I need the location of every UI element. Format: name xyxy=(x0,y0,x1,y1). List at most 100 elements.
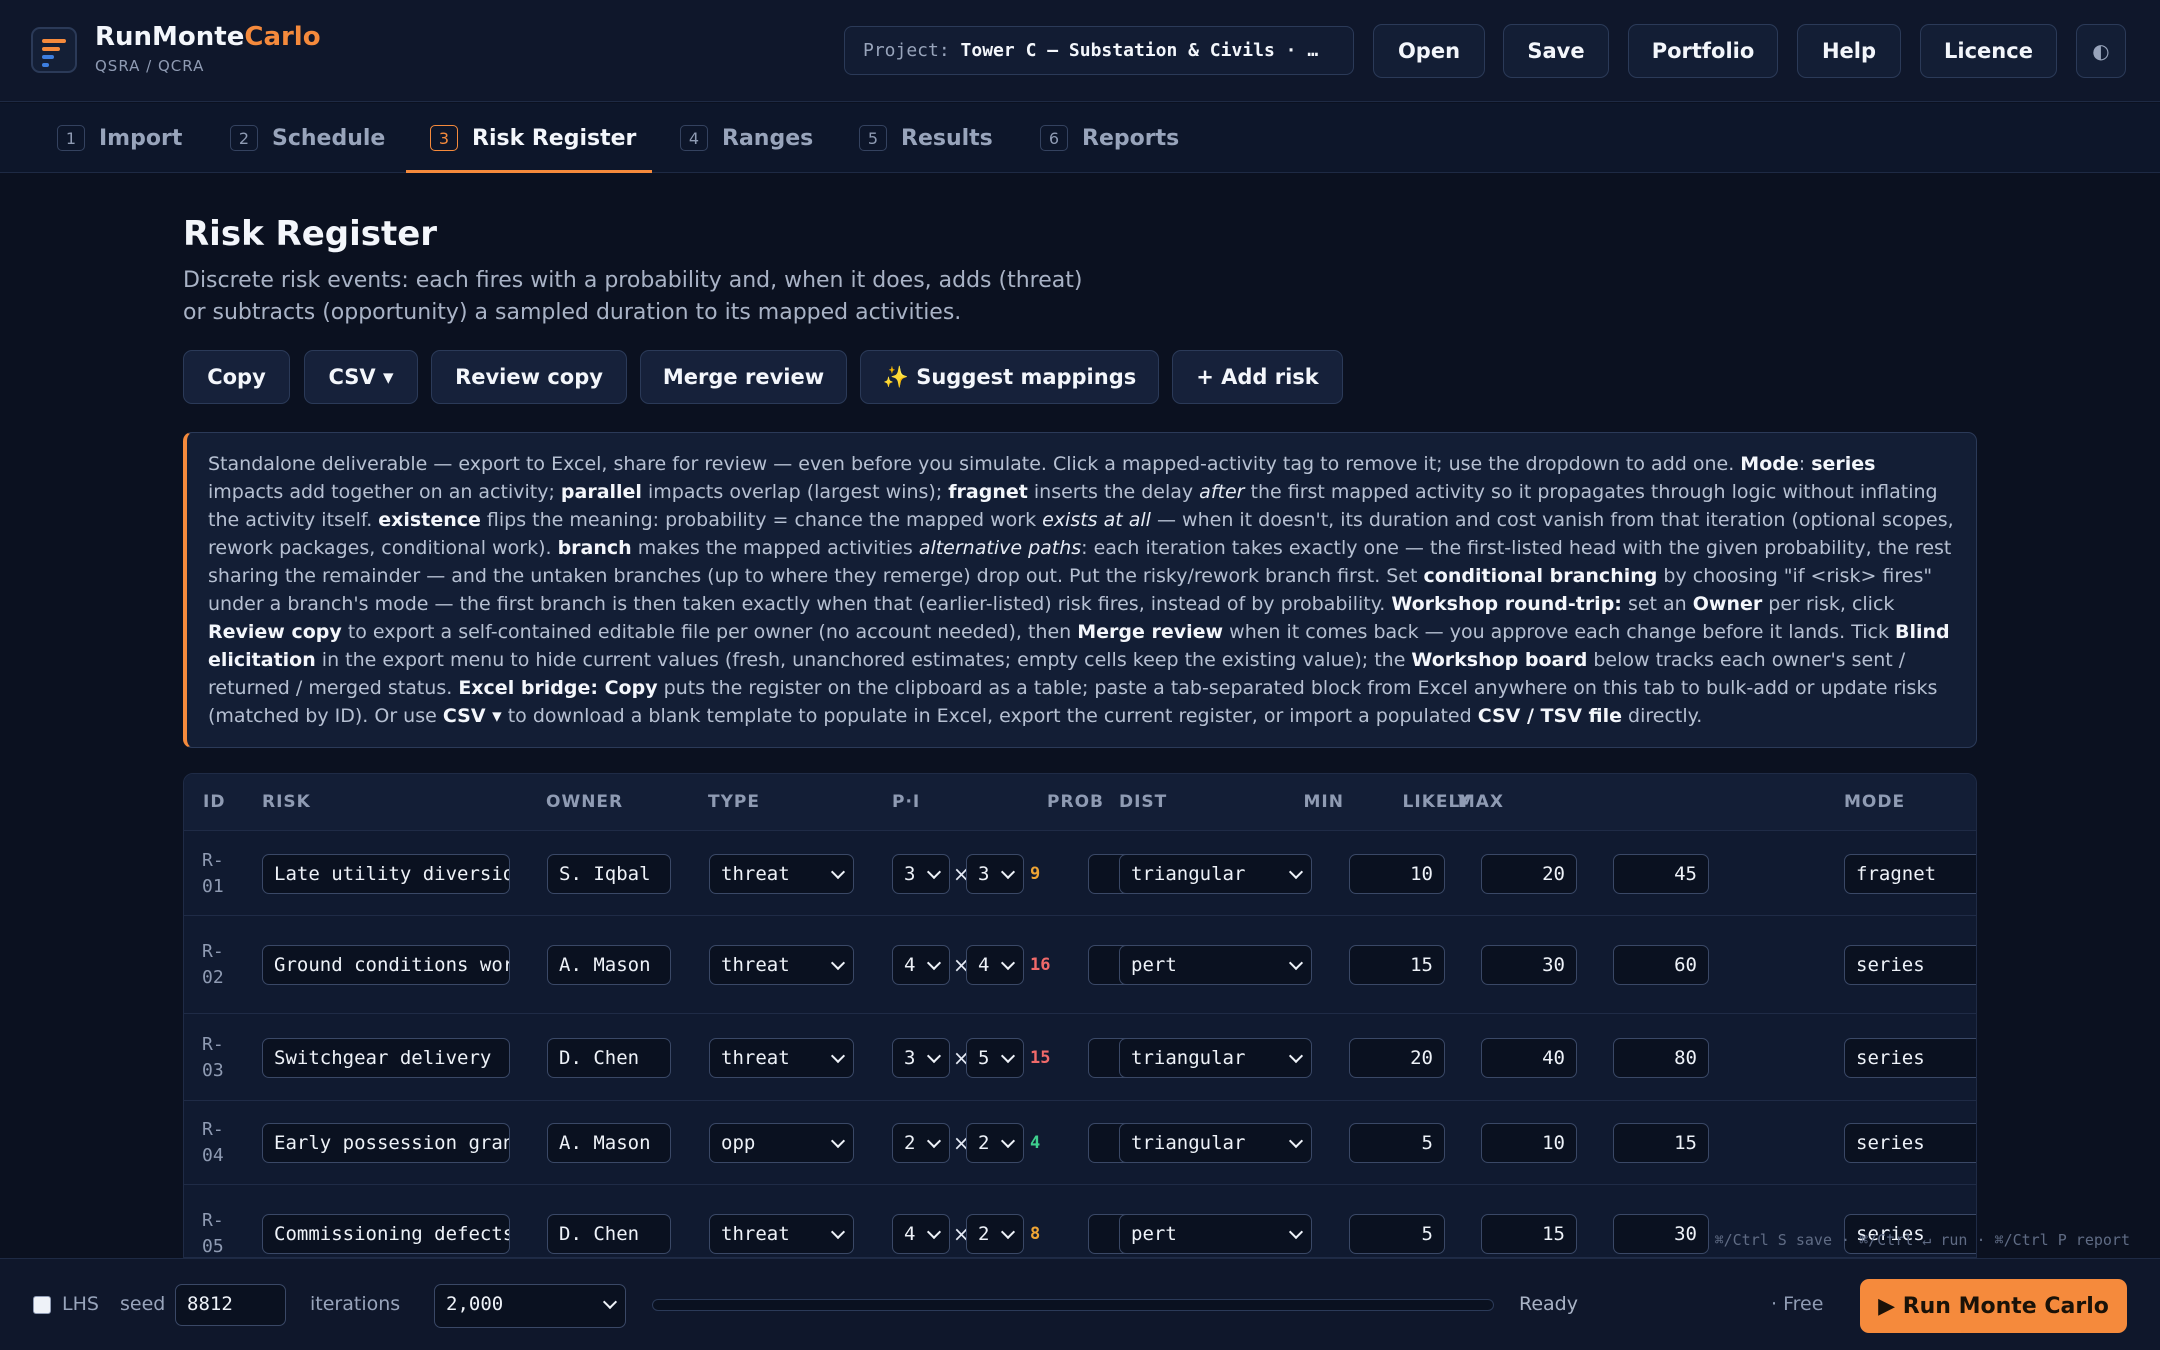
risk-name-input[interactable]: Switchgear delivery xyxy=(262,1038,510,1078)
seed-label: seed xyxy=(120,1293,166,1315)
distribution-select[interactable]: pert xyxy=(1119,945,1312,985)
status-text: Ready xyxy=(1519,1293,1578,1315)
type-select[interactable]: threat xyxy=(709,1038,854,1078)
tab-results[interactable]: 5 Results xyxy=(859,103,993,173)
mode-select[interactable]: series xyxy=(1844,1038,1976,1078)
impact-score-select[interactable]: 4 xyxy=(966,945,1024,985)
suggest-mappings-button[interactable]: ✨ Suggest mappings xyxy=(860,350,1159,404)
table-row: R- 01 Late utility diversion S. Iqbal threat… xyxy=(184,831,1976,916)
owner-input[interactable]: D. Chen xyxy=(547,1038,671,1078)
distribution-select[interactable]: triangular xyxy=(1119,1038,1312,1078)
lhs-label: LHS xyxy=(62,1293,99,1315)
probability-score-select[interactable]: 4 xyxy=(892,945,950,985)
app-brand: RunMonteCarlo xyxy=(95,22,321,52)
probability-score-select[interactable]: 3 xyxy=(892,1038,950,1078)
merge-review-button[interactable]: Merge review xyxy=(640,350,847,404)
impact-score-select[interactable]: 2 xyxy=(966,1123,1024,1163)
distribution-select[interactable]: triangular xyxy=(1119,854,1312,894)
probability-score-select[interactable]: 3 xyxy=(892,854,950,894)
distribution-select[interactable]: triangular xyxy=(1119,1123,1312,1163)
min-input[interactable]: 20 xyxy=(1349,1038,1445,1078)
save-button[interactable]: Save xyxy=(1503,24,1609,78)
min-input[interactable]: 5 xyxy=(1349,1123,1445,1163)
mode-select[interactable]: series xyxy=(1844,945,1976,985)
help-button[interactable]: Help xyxy=(1797,24,1901,78)
tab-schedule[interactable]: 2 Schedule xyxy=(230,103,385,173)
col-owner: OWNER xyxy=(546,792,624,812)
max-input[interactable]: 15 xyxy=(1613,1123,1709,1163)
chevron-down-icon xyxy=(1000,955,1016,971)
iterations-select[interactable]: 2,000 xyxy=(434,1284,626,1328)
owner-input[interactable]: A. Mason xyxy=(547,1123,671,1163)
likely-input[interactable]: 20 xyxy=(1481,854,1577,894)
app-logo-icon xyxy=(31,27,77,73)
risk-name-input[interactable]: Late utility diversion xyxy=(262,854,510,894)
owner-input[interactable]: S. Iqbal xyxy=(547,854,671,894)
risk-name-input[interactable]: Commissioning defects xyxy=(262,1214,510,1254)
table-row: R-02 Ground conditions worse A. Mason threa… xyxy=(184,916,1976,1014)
type-select[interactable]: threat xyxy=(709,854,854,894)
probability-score-select[interactable]: 2 xyxy=(892,1123,950,1163)
chevron-down-icon xyxy=(1000,1048,1016,1064)
col-min: MIN xyxy=(1303,792,1344,812)
csv-menu-button[interactable]: CSV ▾ xyxy=(304,350,418,404)
impact-score-select[interactable]: 2 xyxy=(966,1214,1024,1254)
app-subtitle: QSRA / QCRA xyxy=(95,57,205,75)
risk-name-input[interactable]: Early possession granted xyxy=(262,1123,510,1163)
review-copy-button[interactable]: Review copy xyxy=(431,350,627,404)
project-label: Project: xyxy=(863,40,950,61)
col-max: MAX xyxy=(1457,792,1504,812)
table-row: R- 05 Commissioning defects D. Chen threat 4 ×… xyxy=(184,1185,1976,1257)
max-input[interactable]: 30 xyxy=(1613,1214,1709,1254)
risk-name-input[interactable]: Ground conditions worse xyxy=(262,945,510,985)
risk-id: R- 01 xyxy=(202,850,224,897)
pi-score: 15 xyxy=(1030,1048,1051,1068)
type-select[interactable]: opp xyxy=(709,1123,854,1163)
min-input[interactable]: 10 xyxy=(1349,854,1445,894)
tab-reports[interactable]: 6 Reports xyxy=(1040,103,1179,173)
likely-input[interactable]: 10 xyxy=(1481,1123,1577,1163)
chevron-down-icon xyxy=(926,1048,942,1064)
likely-input[interactable]: 40 xyxy=(1481,1038,1577,1078)
min-input[interactable]: 15 xyxy=(1349,945,1445,985)
max-input[interactable]: 45 xyxy=(1613,854,1709,894)
add-risk-button[interactable]: + Add risk xyxy=(1172,350,1343,404)
mode-select[interactable]: fragnet xyxy=(1844,854,1976,894)
likely-input[interactable]: 15 xyxy=(1481,1214,1577,1254)
licence-button[interactable]: Licence xyxy=(1920,24,2057,78)
copy-button[interactable]: Copy xyxy=(183,350,290,404)
chevron-down-icon xyxy=(1000,1224,1016,1240)
run-monte-carlo-button[interactable]: ▶ Run Monte Carlo xyxy=(1860,1279,2127,1333)
chevron-down-icon xyxy=(1000,1133,1016,1149)
owner-input[interactable]: A. Mason xyxy=(547,945,671,985)
probability-score-select[interactable]: 4 xyxy=(892,1214,950,1254)
type-select[interactable]: threat xyxy=(709,945,854,985)
chevron-down-icon xyxy=(830,955,846,971)
lhs-checkbox[interactable] xyxy=(33,1296,51,1314)
page-subtitle: Discrete risk events: each fires with a … xyxy=(183,268,1083,325)
impact-score-select[interactable]: 5 xyxy=(966,1038,1024,1078)
tab-import[interactable]: 1 Import xyxy=(57,103,182,173)
chevron-down-icon xyxy=(926,1224,942,1240)
portfolio-button[interactable]: Portfolio xyxy=(1628,24,1778,78)
max-input[interactable]: 60 xyxy=(1613,945,1709,985)
max-input[interactable]: 80 xyxy=(1613,1038,1709,1078)
min-input[interactable]: 5 xyxy=(1349,1214,1445,1254)
risk-id: R- 03 xyxy=(202,1034,224,1081)
owner-input[interactable]: D. Chen xyxy=(547,1214,671,1254)
tab-ranges[interactable]: 4 Ranges xyxy=(680,103,813,173)
col-id: ID xyxy=(203,792,226,812)
theme-toggle-icon[interactable]: ◐ xyxy=(2076,24,2126,78)
type-select[interactable]: threat xyxy=(709,1214,854,1254)
mode-select[interactable]: series xyxy=(1844,1123,1976,1163)
open-button[interactable]: Open xyxy=(1373,24,1485,78)
help-notice: Standalone deliverable — export to Excel… xyxy=(183,432,1977,748)
col-prob: PROB xyxy=(1047,792,1104,812)
project-selector[interactable]: Project: Tower C — Substation & Civils ·… xyxy=(844,26,1354,75)
chevron-down-icon xyxy=(830,864,846,880)
impact-score-select[interactable]: 3 xyxy=(966,854,1024,894)
distribution-select[interactable]: pert xyxy=(1119,1214,1312,1254)
likely-input[interactable]: 30 xyxy=(1481,945,1577,985)
tab-risk-register[interactable]: 3 Risk Register xyxy=(430,103,636,173)
seed-input[interactable]: 8812 xyxy=(175,1284,286,1326)
